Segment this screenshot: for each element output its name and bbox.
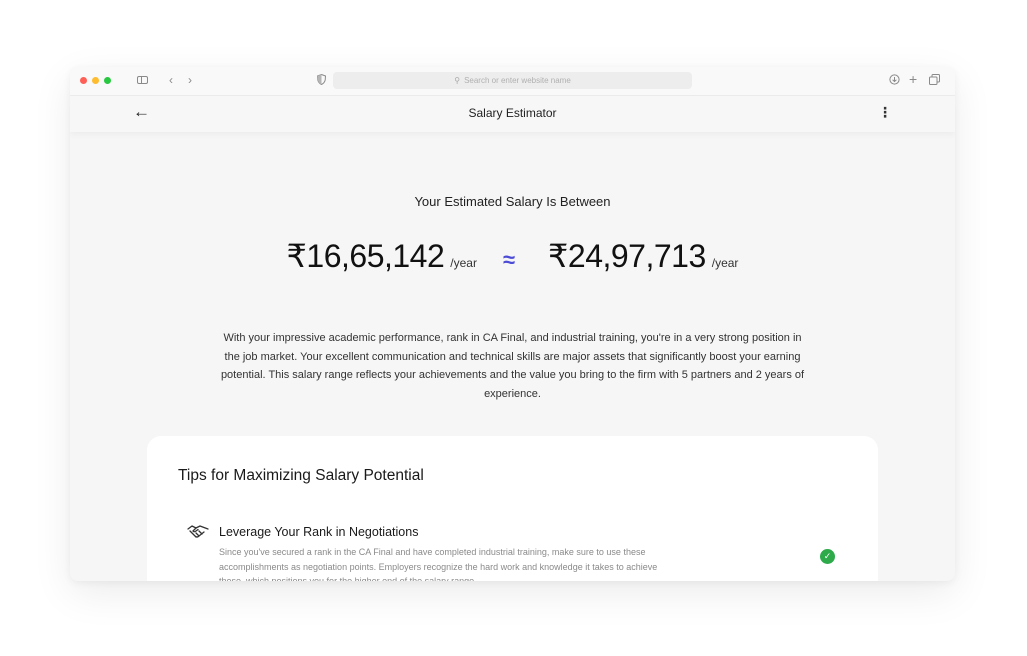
max-salary-unit: /year	[711, 256, 739, 270]
tips-card: Tips for Maximizing Salary Potential Lev…	[147, 436, 878, 581]
tip-text: Since you've secured a rank in the CA Fi…	[219, 547, 658, 581]
plus-icon[interactable]: +	[909, 72, 917, 86]
forward-icon[interactable]: ›	[188, 73, 192, 87]
approx-icon: ≈	[502, 247, 516, 272]
browser-toolbar: ‹ › ⚲ Search or enter website name +	[70, 67, 955, 96]
close-window-button[interactable]	[80, 77, 87, 84]
url-placeholder: Search or enter website name	[464, 76, 571, 85]
tip-heading: Leverage Your Rank in Negotiations	[219, 525, 419, 539]
handshake-icon	[187, 524, 209, 545]
more-options-icon[interactable]: ⋮	[878, 104, 892, 121]
check-icon: ✓	[820, 549, 835, 564]
shield-icon[interactable]	[316, 73, 327, 88]
tips-title: Tips for Maximizing Salary Potential	[178, 467, 424, 484]
tabs-icon[interactable]	[929, 74, 940, 88]
search-icon: ⚲	[454, 76, 461, 85]
minimize-window-button[interactable]	[92, 77, 99, 84]
max-salary: ₹24,97,713	[548, 238, 706, 274]
estimate-description: With your impressive academic performanc…	[220, 332, 805, 400]
app-header: ← Salary Estimator ⋮	[70, 96, 955, 132]
min-salary-unit: /year	[450, 256, 477, 270]
min-salary: ₹16,65,142	[286, 238, 445, 274]
page-title: Salary Estimator	[468, 106, 557, 120]
estimate-headline: Your Estimated Salary Is Between	[414, 194, 611, 209]
back-icon[interactable]: ‹	[169, 73, 173, 87]
salary-range: ₹16,65,142 /year ≈ ₹24,97,713 /year	[70, 237, 955, 277]
browser-window: ‹ › ⚲ Search or enter website name + ← S…	[70, 67, 955, 581]
download-icon[interactable]	[889, 74, 900, 88]
url-bar[interactable]: ⚲ Search or enter website name	[333, 72, 692, 89]
sidebar-icon[interactable]	[137, 76, 148, 84]
maximize-window-button[interactable]	[104, 77, 111, 84]
